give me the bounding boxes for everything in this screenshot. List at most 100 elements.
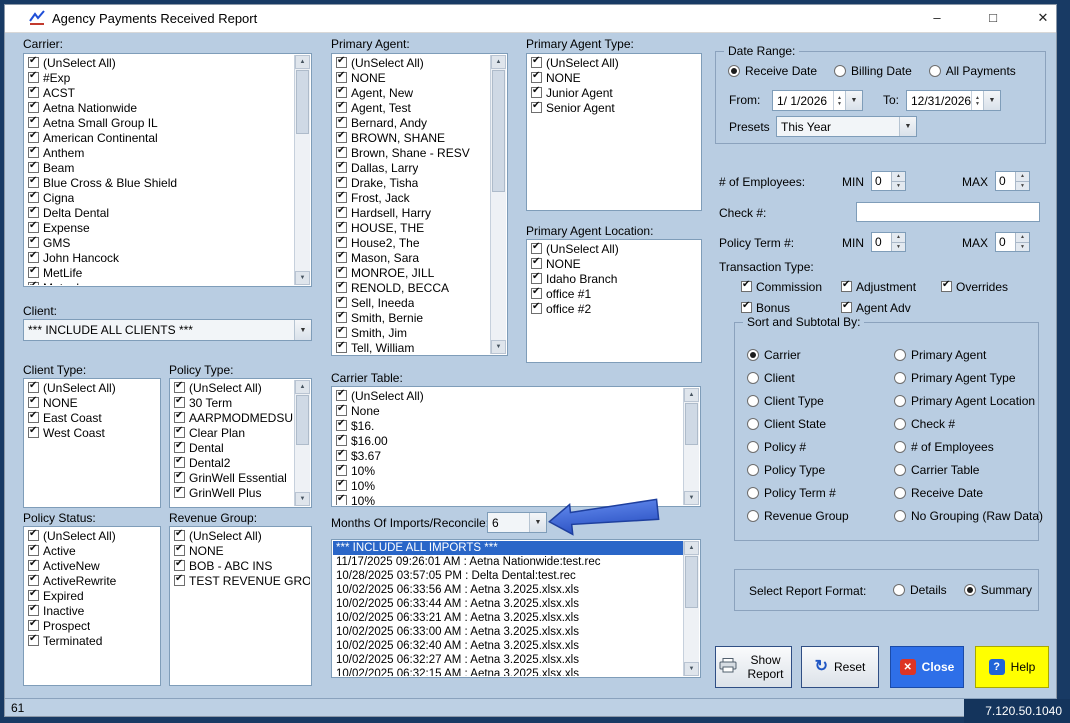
checkbox-item[interactable]: ACST [25, 85, 294, 100]
checkbox-item[interactable]: Aetna Small Group IL [25, 115, 294, 130]
radio-option[interactable]: Details [893, 583, 947, 597]
radio-option[interactable]: Check # [894, 412, 1037, 435]
checkbox-item[interactable]: NONE [528, 256, 700, 271]
scroll-up-icon[interactable] [491, 55, 506, 69]
policy-term-max-spinner[interactable]: 0 [995, 232, 1030, 252]
scroll-up-icon[interactable] [684, 388, 699, 402]
checkbox-item[interactable]: (UnSelect All) [25, 380, 159, 395]
checkbox-item[interactable]: West Coast [25, 425, 159, 440]
date-spinner-icon[interactable] [833, 91, 845, 110]
revenue-group-listbox[interactable]: (UnSelect All)NONEBOB - ABC INSTEST REVE… [169, 526, 312, 686]
checkbox-item[interactable]: GrinWell Plus [171, 485, 294, 500]
radio-option[interactable]: Client Type [747, 389, 890, 412]
carrier-table-listbox[interactable]: (UnSelect All)None$16.$16.00$3.6710%10%1… [331, 386, 701, 507]
checkbox-item[interactable]: Brown, Shane - RESV [333, 145, 490, 160]
radio-option[interactable]: Primary Agent Type [894, 366, 1037, 389]
checkbox-item[interactable]: TEST REVENUE GRO [171, 573, 310, 588]
checkbox-item[interactable]: $16. [333, 418, 683, 433]
checkbox-item[interactable]: (UnSelect All) [171, 380, 294, 395]
primary-agent-type-listbox[interactable]: (UnSelect All)NONEJunior AgentSenior Age… [526, 53, 702, 211]
radio-option[interactable]: All Payments [929, 64, 1016, 78]
import-item[interactable]: *** INCLUDE ALL IMPORTS *** [333, 541, 683, 555]
scroll-thumb[interactable] [685, 556, 698, 608]
chevron-down-icon[interactable] [529, 513, 546, 532]
spinner-down-icon[interactable] [892, 182, 905, 191]
checkbox-item[interactable]: Bernard, Andy [333, 115, 490, 130]
to-date-picker[interactable]: 12/31/2026 [906, 90, 1001, 111]
radio-option[interactable]: Primary Agent [894, 343, 1037, 366]
checkbox-item[interactable]: ActiveNew [25, 558, 159, 573]
checkbox-item[interactable]: RENOLD, BECCA [333, 280, 490, 295]
checkbox-item[interactable]: House2, The [333, 235, 490, 250]
checkbox-item[interactable]: (UnSelect All) [25, 528, 159, 543]
checkbox-item[interactable]: GMS [25, 235, 294, 250]
calendar-dropdown-icon[interactable] [845, 91, 862, 110]
checkbox-item[interactable]: office #1 [528, 286, 700, 301]
checkbox-item[interactable]: Adjustment [841, 276, 941, 297]
checkbox-item[interactable]: NONE [171, 543, 310, 558]
help-button[interactable]: ? Help [975, 646, 1049, 688]
checkbox-item[interactable]: 30 Term [171, 395, 294, 410]
import-item[interactable]: 10/02/2025 06:33:21 AM : Aetna 3.2025.xl… [333, 611, 683, 625]
scroll-thumb[interactable] [685, 403, 698, 445]
checkbox-item[interactable]: Agent, Test [333, 100, 490, 115]
checkbox-item[interactable]: Aetna Nationwide [25, 100, 294, 115]
minimize-button[interactable]: – [921, 8, 953, 28]
checkbox-item[interactable]: (UnSelect All) [333, 55, 490, 70]
scrollbar[interactable] [683, 388, 699, 505]
primary-agent-listbox[interactable]: (UnSelect All)NONEAgent, NewAgent, TestB… [331, 53, 508, 356]
checkbox-item[interactable]: Sell, Ineeda [333, 295, 490, 310]
import-item[interactable]: 10/02/2025 06:33:44 AM : Aetna 3.2025.xl… [333, 597, 683, 611]
checkbox-item[interactable]: #Exp [25, 70, 294, 85]
scrollbar[interactable] [294, 380, 310, 506]
checkbox-item[interactable]: Hardsell, Harry [333, 205, 490, 220]
scroll-down-icon[interactable] [491, 340, 506, 354]
import-item[interactable]: 10/02/2025 06:33:56 AM : Aetna 3.2025.xl… [333, 583, 683, 597]
spinner-up-icon[interactable] [892, 233, 905, 243]
checkbox-item[interactable]: Tell, William [333, 340, 490, 354]
scrollbar[interactable] [490, 55, 506, 354]
checkbox-item[interactable]: Expired [25, 588, 159, 603]
import-item[interactable]: 11/17/2025 09:26:01 AM : Aetna Nationwid… [333, 555, 683, 569]
from-date-picker[interactable]: 1/ 1/2026 [772, 90, 863, 111]
checkbox-item[interactable]: ActiveRewrite [25, 573, 159, 588]
radio-option[interactable]: Receive Date [728, 64, 817, 78]
scroll-up-icon[interactable] [295, 55, 310, 69]
scroll-down-icon[interactable] [684, 491, 699, 505]
checkbox-item[interactable]: Senior Agent [528, 100, 700, 115]
radio-option[interactable]: Summary [964, 583, 1032, 597]
radio-option[interactable]: Primary Agent Location [894, 389, 1037, 412]
scroll-thumb[interactable] [296, 70, 309, 134]
spinner-down-icon[interactable] [892, 243, 905, 252]
checkbox-item[interactable]: Terminated [25, 633, 159, 648]
checkbox-item[interactable]: MONROE, JILL [333, 265, 490, 280]
checkbox-item[interactable]: Commission [741, 276, 841, 297]
scroll-thumb[interactable] [492, 70, 505, 192]
checkbox-item[interactable]: Blue Cross & Blue Shield [25, 175, 294, 190]
checkbox-item[interactable]: NONE [333, 70, 490, 85]
radio-option[interactable]: Client State [747, 412, 890, 435]
scrollbar[interactable] [683, 541, 699, 676]
checkbox-item[interactable]: NONE [25, 395, 159, 410]
checkbox-item[interactable]: Cigna [25, 190, 294, 205]
import-item[interactable]: 10/02/2025 06:32:15 AM : Aetna 3.2025.xl… [333, 667, 683, 676]
checkbox-item[interactable]: AARPMODMEDSU [171, 410, 294, 425]
radio-option[interactable]: Policy # [747, 435, 890, 458]
policy-term-min-spinner[interactable]: 0 [871, 232, 906, 252]
checkbox-item[interactable]: NONE [528, 70, 700, 85]
import-item[interactable]: 10/02/2025 06:32:27 AM : Aetna 3.2025.xl… [333, 653, 683, 667]
client-combobox[interactable]: *** INCLUDE ALL CLIENTS *** [23, 319, 312, 341]
client-type-listbox[interactable]: (UnSelect All)NONEEast CoastWest Coast [23, 378, 161, 508]
chevron-down-icon[interactable] [294, 320, 311, 340]
spinner-down-icon[interactable] [1016, 243, 1029, 252]
checkbox-item[interactable]: Delta Dental [25, 205, 294, 220]
checkbox-item[interactable]: MetLife [25, 265, 294, 280]
checkbox-item[interactable]: John Hancock [25, 250, 294, 265]
spinner-up-icon[interactable] [892, 172, 905, 182]
scrollbar[interactable] [294, 55, 310, 285]
checkbox-item[interactable]: Drake, Tisha [333, 175, 490, 190]
checkbox-item[interactable]: Dallas, Larry [333, 160, 490, 175]
radio-option[interactable]: Client [747, 366, 890, 389]
imports-listbox[interactable]: *** INCLUDE ALL IMPORTS ***11/17/2025 09… [331, 539, 701, 678]
checkbox-item[interactable]: $16.00 [333, 433, 683, 448]
